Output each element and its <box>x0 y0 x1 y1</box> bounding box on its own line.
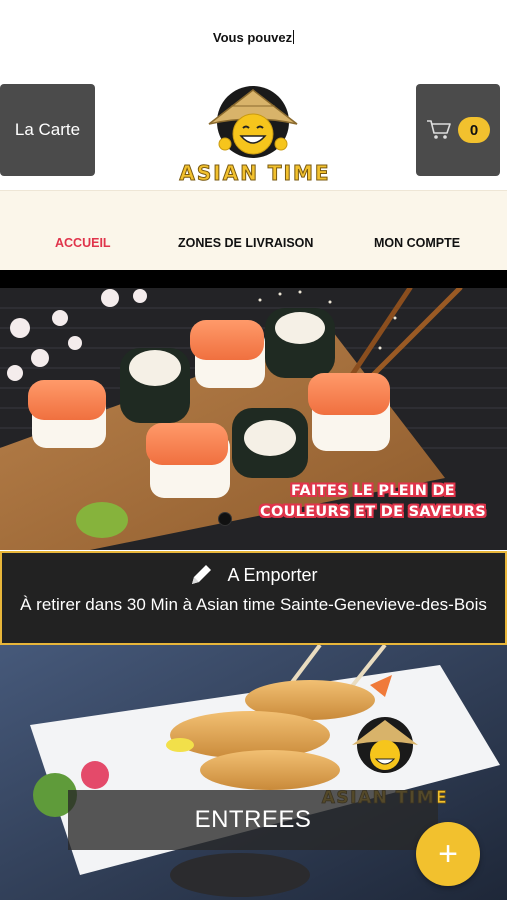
divider-bar <box>0 270 507 288</box>
ticker-text: Vous pouvez <box>212 30 293 45</box>
la-carte-button[interactable]: La Carte <box>0 84 95 176</box>
nav-accueil[interactable]: ACCUEIL <box>55 236 111 250</box>
pickup-title-row: A Emporter <box>2 563 505 587</box>
carousel-dot[interactable] <box>218 512 232 526</box>
category-label[interactable]: ENTREES <box>68 790 438 850</box>
plus-icon: + <box>438 834 458 873</box>
cart-icon <box>427 120 451 139</box>
header: La Carte ASIAN TIME 0 <box>0 84 507 188</box>
la-carte-label: La Carte <box>14 120 81 139</box>
pickup-title: A Emporter <box>227 564 318 585</box>
pencil-icon <box>192 565 212 584</box>
cart-button[interactable]: 0 <box>416 84 500 176</box>
info-ticker: Vous pouvez <box>0 30 507 45</box>
hero-slogan: FAITES LE PLEIN DE COULEURS ET DE SAVEUR… <box>248 481 498 523</box>
nav-zones-de-livraison[interactable]: ZONES DE LIVRAISON <box>178 236 313 250</box>
nav-mon-compte[interactable]: MON COMPTE <box>374 236 460 250</box>
svg-text:ASIAN TIME: ASIAN TIME <box>179 161 330 185</box>
add-button[interactable]: + <box>416 822 480 886</box>
pickup-info-box[interactable]: A Emporter À retirer dans 30 Min à Asian… <box>0 551 507 645</box>
slogan-line-2: COULEURS ET DE SAVEURS <box>260 504 486 520</box>
logo[interactable]: ASIAN TIME <box>175 84 335 188</box>
cart-count-badge: 0 <box>458 117 490 143</box>
logo-mascot-icon: ASIAN TIME <box>179 86 330 186</box>
pickup-description: À retirer dans 30 Min à Asian time Saint… <box>20 595 487 614</box>
hero-carousel[interactable]: FAITES LE PLEIN DE COULEURS ET DE SAVEUR… <box>0 288 507 550</box>
text-caret <box>293 30 295 44</box>
slogan-line-1: FAITES LE PLEIN DE <box>290 483 456 499</box>
main-nav: ACCUEIL ZONES DE LIVRAISON MON COMPTE <box>0 190 507 270</box>
